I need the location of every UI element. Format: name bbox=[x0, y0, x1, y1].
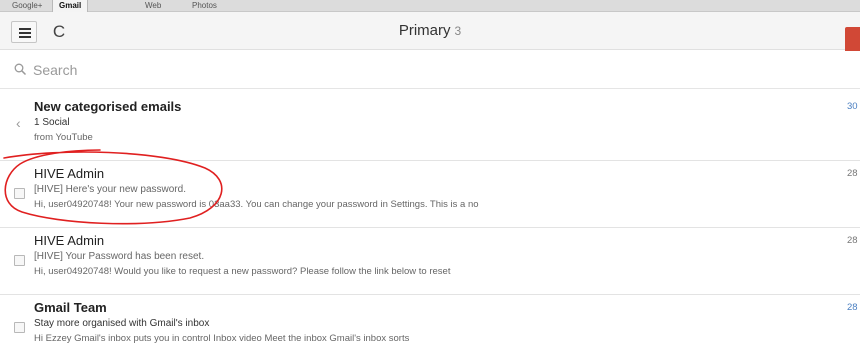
tab-photos[interactable]: Photos bbox=[186, 0, 223, 12]
email-sender: Gmail Team bbox=[34, 300, 107, 315]
email-snippet: Hi Ezzey Gmail's inbox puts you in contr… bbox=[34, 333, 410, 344]
email-subject: [HIVE] Your Password has been reset. bbox=[34, 251, 205, 262]
email-checkbox[interactable] bbox=[14, 255, 25, 266]
unread-count: 3 bbox=[454, 24, 462, 38]
tab-google-plus[interactable]: Google+ bbox=[6, 0, 48, 12]
folder-title-label: Primary bbox=[398, 22, 451, 39]
hamburger-menu-icon[interactable] bbox=[11, 21, 37, 43]
search-bar bbox=[0, 51, 860, 89]
email-sender: New categorised emails bbox=[34, 99, 182, 114]
browser-tab-bar: Google+ Gmail Web Photos bbox=[0, 0, 860, 13]
email-date: 28 bbox=[847, 168, 858, 179]
email-snippet: Hi, user04920748! Would you like to requ… bbox=[34, 266, 451, 277]
tab-web[interactable]: Web bbox=[139, 0, 167, 12]
folder-title: Primary 3 bbox=[0, 12, 860, 50]
email-snippet: from YouTube bbox=[34, 132, 93, 143]
email-checkbox[interactable] bbox=[14, 188, 25, 199]
email-subject: Stay more organised with Gmail's inbox bbox=[34, 318, 210, 329]
email-row[interactable]: HIVE Admin [HIVE] Here's your new passwo… bbox=[0, 162, 860, 228]
email-checkbox[interactable] bbox=[14, 322, 25, 333]
email-subject: [HIVE] Here's your new password. bbox=[34, 184, 186, 195]
email-row[interactable]: HIVE Admin [HIVE] Your Password has been… bbox=[0, 229, 860, 295]
email-date: 28 bbox=[847, 235, 858, 246]
search-icon bbox=[14, 63, 27, 76]
email-row[interactable]: Gmail Team Stay more organised with Gmai… bbox=[0, 296, 860, 348]
email-date: 30 bbox=[847, 101, 858, 112]
email-sender: HIVE Admin bbox=[34, 233, 105, 248]
refresh-icon[interactable]: C bbox=[47, 21, 71, 43]
app-header: Primary 3 C bbox=[0, 12, 860, 54]
chevron-left-icon[interactable]: ‹ bbox=[16, 115, 21, 131]
email-row-categorised[interactable]: ‹ New categorised emails 1 Social from Y… bbox=[0, 95, 860, 161]
email-date: 28 bbox=[847, 302, 858, 313]
search-input[interactable] bbox=[33, 59, 433, 81]
email-sender: HIVE Admin bbox=[34, 166, 105, 181]
email-subject: 1 Social bbox=[34, 117, 70, 128]
email-snippet: Hi, user04920748! Your new password is 0… bbox=[34, 199, 479, 210]
compose-button[interactable] bbox=[845, 27, 860, 54]
